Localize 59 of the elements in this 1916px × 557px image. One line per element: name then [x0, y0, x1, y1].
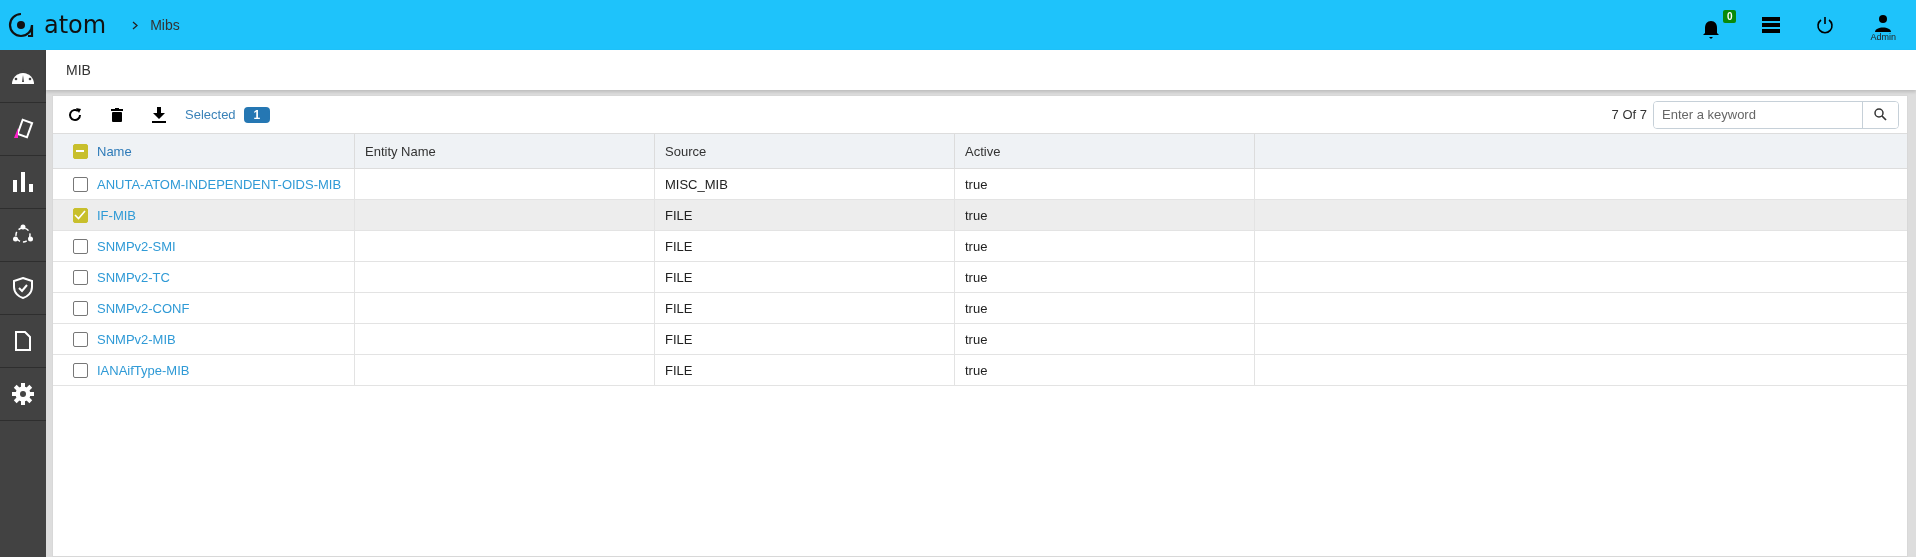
- table-cell: true: [965, 362, 988, 378]
- logo-text: atom: [44, 11, 107, 39]
- row-checkbox[interactable]: [72, 176, 88, 192]
- selected-count-badge: 1: [243, 106, 271, 123]
- logo-icon: [8, 12, 34, 38]
- table-row[interactable]: IF-MIB FILE true: [53, 200, 1907, 231]
- column-header[interactable]: Entity Name: [365, 143, 436, 159]
- table-cell: true: [965, 269, 988, 285]
- table-cell: FILE: [665, 207, 693, 223]
- settings-icon[interactable]: [12, 383, 34, 405]
- search-button[interactable]: [1862, 101, 1898, 128]
- search-icon: [1874, 108, 1887, 121]
- user-name[interactable]: Admin: [1870, 32, 1896, 42]
- network-icon[interactable]: [12, 224, 34, 246]
- table-cell: FILE: [665, 300, 693, 316]
- download-icon[interactable]: [151, 106, 167, 123]
- page-title: MIB: [66, 62, 91, 78]
- notifications-button[interactable]: 0: [1702, 10, 1737, 40]
- trash-icon[interactable]: [111, 107, 123, 122]
- notification-badge: 0: [1722, 10, 1737, 23]
- table-cell: MISC_MIB: [665, 176, 728, 192]
- column-header[interactable]: Name: [97, 143, 132, 159]
- record-count: 7 Of 7: [1611, 107, 1647, 122]
- table-cell: FILE: [665, 362, 693, 378]
- bell-icon: [1702, 20, 1721, 40]
- row-checkbox[interactable]: [72, 331, 88, 347]
- table-row[interactable]: SNMPv2-CONF FILE true: [53, 293, 1907, 324]
- table-cell: true: [965, 207, 988, 223]
- row-checkbox[interactable]: [72, 207, 88, 223]
- power-icon[interactable]: [1816, 16, 1835, 34]
- column-header[interactable]: Source: [665, 143, 707, 159]
- table-cell: FILE: [665, 269, 693, 285]
- user-icon[interactable]: [1874, 14, 1893, 32]
- column-header[interactable]: Active: [965, 143, 1001, 159]
- search-field[interactable]: Enter a keyword: [1653, 100, 1899, 129]
- table-cell: true: [965, 300, 988, 316]
- table-cell: true: [965, 238, 988, 254]
- document-icon[interactable]: [15, 331, 31, 351]
- chevron-icon: [132, 20, 139, 30]
- table-cell: FILE: [665, 331, 693, 347]
- table-cell: FILE: [665, 238, 693, 254]
- cards-icon[interactable]: [12, 118, 34, 140]
- table-cell: true: [965, 176, 988, 192]
- server-icon[interactable]: [1762, 17, 1781, 33]
- table-row[interactable]: IANAifType-MIB FILE true: [53, 355, 1907, 386]
- row-checkbox[interactable]: [72, 300, 88, 316]
- table-row[interactable]: SNMPv2-TC FILE true: [53, 262, 1907, 293]
- row-checkbox[interactable]: [72, 238, 88, 254]
- bar-chart-icon[interactable]: [13, 172, 33, 192]
- selected-label: Selected: [185, 107, 236, 122]
- table-row[interactable]: SNMPv2-MIB FILE true: [53, 324, 1907, 355]
- refresh-icon[interactable]: [67, 106, 83, 123]
- shield-check-icon[interactable]: [13, 277, 33, 299]
- select-all-checkbox[interactable]: [72, 143, 88, 159]
- breadcrumb[interactable]: Mibs: [150, 17, 180, 33]
- table-cell: true: [965, 331, 988, 347]
- table-row[interactable]: SNMPv2-SMI FILE true: [53, 231, 1907, 262]
- row-checkbox[interactable]: [72, 362, 88, 378]
- row-checkbox[interactable]: [72, 269, 88, 285]
